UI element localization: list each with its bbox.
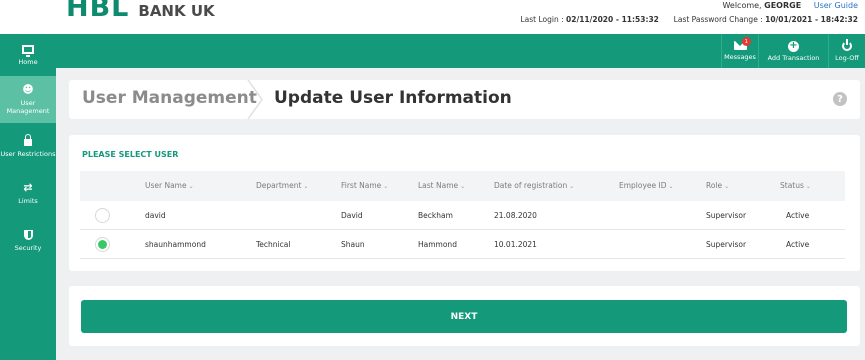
hbl-logo[interactable]: HBL BANK UK <box>66 0 215 22</box>
sidebar-item-limits[interactable]: ⇄ Limits <box>0 170 56 217</box>
cell-user-name: shaunhammond <box>145 240 206 249</box>
page-title: Update User Information <box>274 88 512 108</box>
users-icon: ☻ <box>22 83 34 96</box>
chevron-down-icon: ⌄ <box>303 183 309 190</box>
sidebar-item-user-restrictions[interactable]: User Restrictions <box>0 123 56 170</box>
welcome-prefix: Welcome, <box>722 1 762 10</box>
logoff-label: Log-Off <box>835 53 859 62</box>
chevron-down-icon: ⌄ <box>724 183 730 190</box>
table-row[interactable]: shaunhammond Technical Shaun Hammond 10.… <box>80 230 845 259</box>
chevron-down-icon: ⌄ <box>460 183 466 190</box>
login-info: Last Login : 02/11/2020 - 11:53:32 Last … <box>520 15 858 24</box>
cell-department: Technical <box>256 240 291 249</box>
cell-last-name: Hammond <box>418 240 457 249</box>
transfer-arrows-icon: ⇄ <box>23 181 33 194</box>
help-icon[interactable]: ? <box>833 92 847 106</box>
messages-badge: 1 <box>741 37 751 46</box>
page-title-card: User Management Update User Information … <box>69 80 860 119</box>
next-button[interactable]: NEXT <box>81 300 847 333</box>
sidebar-item-security[interactable]: Security <box>0 217 56 264</box>
nav-actions: 1 Messages + Add Transaction Log-Off <box>721 34 865 68</box>
top-nav-bar: 1 Messages + Add Transaction Log-Off <box>56 34 865 68</box>
column-header-department[interactable]: Department ⌄ <box>256 181 308 190</box>
welcome-user: GEORGE <box>764 1 802 10</box>
last-password-label: Last Password Change : <box>673 15 763 24</box>
column-header-employee-id[interactable]: Employee ID ⌄ <box>619 181 674 190</box>
column-header-role[interactable]: Role ⌄ <box>706 181 729 190</box>
top-header: HBL BANK UK Welcome, GEORGE User Guide L… <box>0 0 865 34</box>
row-select-radio[interactable] <box>95 237 110 252</box>
welcome-text: Welcome, GEORGE User Guide <box>722 1 858 10</box>
row-select-radio[interactable] <box>95 208 110 223</box>
logo-text: BANK UK <box>138 2 215 20</box>
chevron-down-icon: ⌄ <box>383 183 389 190</box>
column-header-user-name[interactable]: User Name ⌄ <box>145 181 194 190</box>
last-login-value: 02/11/2020 - 11:53:32 <box>566 15 659 24</box>
sidebar-item-user-management[interactable]: ☻ User Management <box>0 76 56 123</box>
messages-label: Messages <box>724 53 756 61</box>
column-header-first-name[interactable]: First Name ⌄ <box>341 181 388 190</box>
shield-icon <box>23 229 33 240</box>
table-row[interactable]: david David Beckham 21.08.2020 Superviso… <box>80 201 845 230</box>
cell-date: 21.08.2020 <box>494 211 537 220</box>
actions-card: NEXT <box>69 286 860 346</box>
section-title: PLEASE SELECT USER <box>82 150 179 159</box>
power-icon <box>842 38 852 51</box>
breadcrumb-parent[interactable]: User Management <box>82 88 257 108</box>
breadcrumb-chevron-icon <box>247 80 263 119</box>
add-transaction-button[interactable]: + Add Transaction <box>758 34 828 68</box>
last-login-label: Last Login : <box>520 15 564 24</box>
cell-role: Supervisor <box>706 240 747 249</box>
column-header-status[interactable]: Status ⌄ <box>780 181 811 190</box>
logoff-button[interactable]: Log-Off <box>828 34 865 68</box>
lock-icon <box>24 134 32 146</box>
cell-role: Supervisor <box>706 211 747 220</box>
sidebar: Home ☻ User Management User Restrictions… <box>0 34 56 360</box>
sidebar-item-label: Home <box>18 57 38 66</box>
cell-last-name: Beckham <box>418 211 453 220</box>
chevron-down-icon: ⌄ <box>668 183 674 190</box>
user-guide-link[interactable]: User Guide <box>814 1 858 10</box>
messages-button[interactable]: 1 Messages <box>721 34 758 68</box>
column-header-last-name[interactable]: Last Name ⌄ <box>418 181 465 190</box>
cell-status: Active <box>786 240 810 249</box>
cell-user-name: david <box>145 211 166 220</box>
sidebar-item-label: User Management <box>6 99 50 115</box>
monitor-icon <box>22 44 34 57</box>
cell-first-name: Shaun <box>341 240 365 249</box>
plus-circle-icon: + <box>788 40 799 52</box>
table-header: User Name ⌄ Department ⌄ First Name ⌄ Last … <box>80 171 845 201</box>
cell-status: Active <box>786 211 810 220</box>
chevron-down-icon: ⌄ <box>569 183 575 190</box>
add-transaction-label: Add Transaction <box>767 53 820 62</box>
chevron-down-icon: ⌄ <box>805 183 811 190</box>
column-header-date-of-registration[interactable]: Date of registration ⌄ <box>494 181 574 190</box>
sidebar-item-label: Security <box>14 243 42 252</box>
user-select-card: PLEASE SELECT USER User Name ⌄ Department… <box>69 135 860 271</box>
last-password-value: 10/01/2021 - 18:42:32 <box>765 15 858 24</box>
cell-first-name: David <box>341 211 363 220</box>
chevron-down-icon: ⌄ <box>188 183 194 190</box>
cell-date: 10.01.2021 <box>494 240 537 249</box>
sidebar-item-home[interactable]: Home <box>0 34 56 76</box>
sidebar-item-label: User Restrictions <box>0 150 56 158</box>
sidebar-item-label: Limits <box>18 197 38 205</box>
logo-mark: HBL <box>66 0 130 23</box>
